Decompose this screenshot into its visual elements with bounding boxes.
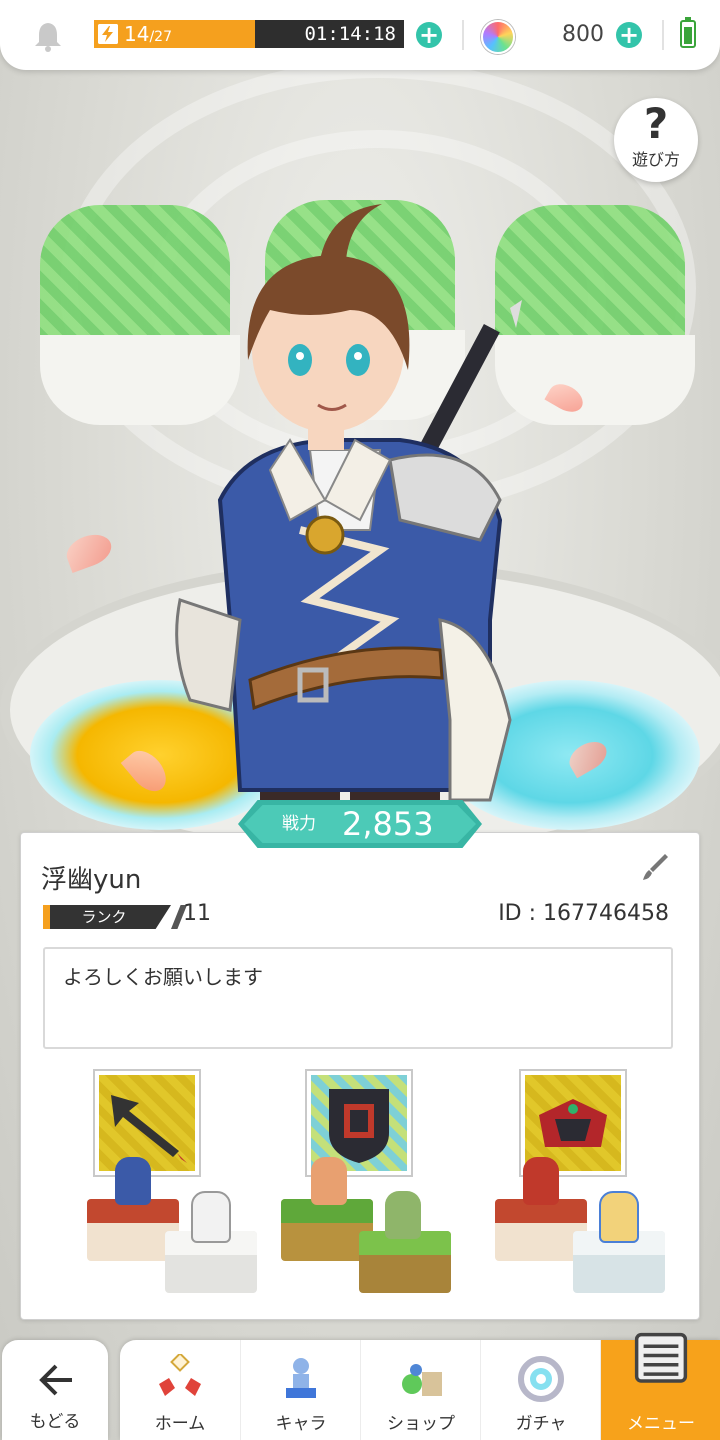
player-id: ID : 167746458 [498, 901, 669, 926]
team-slot-3[interactable] [467, 1069, 667, 1305]
chibi-character [385, 1191, 421, 1239]
nav-label-shop: ショップ [387, 1414, 455, 1434]
nav-label-home: ホーム [154, 1414, 206, 1434]
nav-item-gacha[interactable]: ガチャ [480, 1340, 601, 1440]
nav-label-character: キャラ [275, 1414, 327, 1434]
back-arrow-icon [39, 1364, 72, 1396]
nav-item-home[interactable]: ホーム [120, 1340, 240, 1440]
rank-label: ランク [81, 908, 127, 926]
player-name: 浮幽yun [41, 865, 142, 895]
stamina-fill [94, 20, 255, 48]
chibi-character [599, 1191, 639, 1243]
power-label: 戦力 [282, 814, 316, 834]
bottom-navigation: もどる ホーム キャラ ショップ ガチャ メニュー [0, 1332, 720, 1440]
hero-character [175, 204, 522, 840]
nav-item-menu[interactable]: メニュー [600, 1332, 720, 1440]
nav-item-shop[interactable]: ショップ [360, 1340, 481, 1440]
gacha-icon [518, 1356, 564, 1402]
how-to-play-button[interactable]: ? 遊び方 [614, 98, 698, 182]
chibi-character [311, 1157, 347, 1205]
home-icon [159, 1354, 201, 1396]
profile-message[interactable]: よろしくお願いします [43, 947, 673, 1049]
rank-value: 11 [183, 901, 211, 926]
notification-bell-icon[interactable] [30, 20, 66, 52]
nav-item-character[interactable]: キャラ [240, 1340, 361, 1440]
divider [662, 20, 664, 50]
nav-label-menu: メニュー [627, 1414, 695, 1434]
bg-petal [62, 529, 116, 573]
power-value: 2,853 [342, 805, 434, 843]
profile-card: 浮幽yun ランク 11 ID : 167746458 よろしくお願いします [20, 832, 700, 1320]
arrow-weapon-icon [99, 1075, 195, 1171]
stamina-value: 14/27 [124, 20, 172, 48]
gem-count: 800 [562, 22, 604, 47]
pedestal-block-green [359, 1231, 451, 1293]
how-to-play-label: 遊び方 [631, 150, 680, 169]
add-stamina-button[interactable]: + [416, 22, 442, 48]
stamina-max: /27 [149, 29, 172, 45]
back-label: もどる [29, 1412, 81, 1432]
rainbow-gem-icon [481, 20, 515, 54]
lightning-bolt-icon [98, 24, 118, 44]
stamina-timer: 01:14:18 [304, 23, 396, 45]
battery-icon [680, 17, 696, 48]
question-mark-icon: ? [643, 99, 669, 148]
nav-menu: ホーム キャラ ショップ ガチャ メニュー [120, 1332, 720, 1440]
edit-brush-icon[interactable] [639, 851, 671, 883]
stamina-bar: 14/27 01:14:18 [94, 20, 404, 48]
chibi-character [115, 1157, 151, 1205]
stamina-current: 14 [124, 22, 150, 46]
nav-label-gacha: ガチャ [515, 1414, 567, 1434]
back-button[interactable]: もどる [2, 1340, 108, 1440]
chibi-character [191, 1191, 231, 1243]
shop-icon [402, 1364, 442, 1396]
character-icon [286, 1358, 316, 1398]
team-slot-1[interactable] [41, 1069, 257, 1305]
top-status-bar: 14/27 01:14:18 + 800 + [0, 0, 720, 70]
divider [462, 20, 464, 50]
team-slot-2[interactable] [253, 1069, 453, 1305]
add-gems-button[interactable]: + [616, 22, 642, 48]
chibi-character [523, 1157, 559, 1205]
menu-icon [634, 1332, 688, 1383]
power-badge: 戦力 2,853 [238, 800, 482, 848]
